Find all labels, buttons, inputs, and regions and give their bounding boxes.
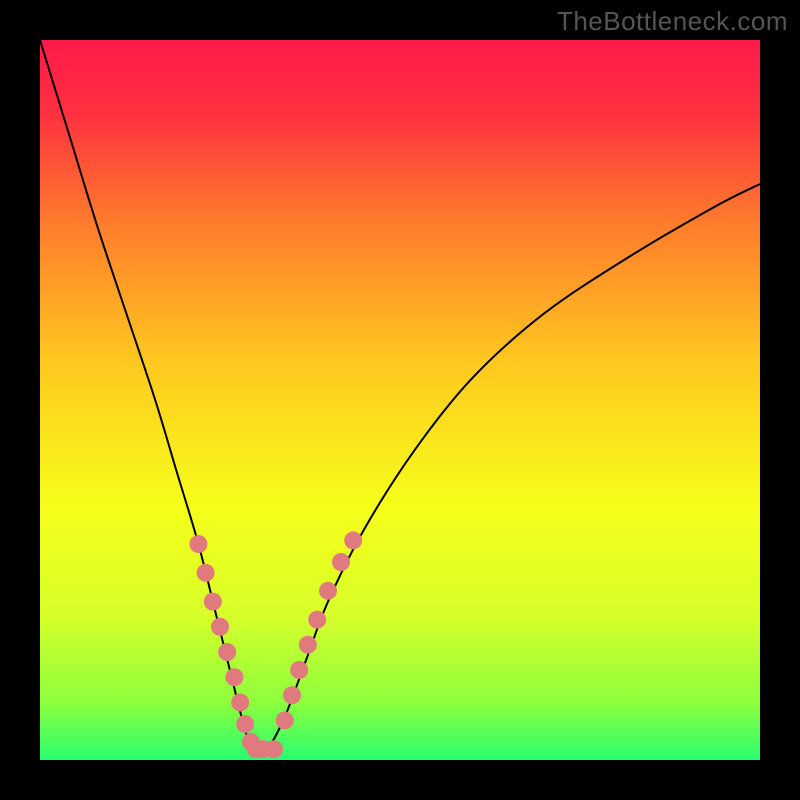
- chart-svg: [40, 40, 760, 760]
- sample-point: [225, 668, 243, 686]
- sample-point: [319, 582, 337, 600]
- sample-point: [332, 553, 350, 571]
- chart-frame: TheBottleneck.com: [0, 0, 800, 800]
- sample-point: [308, 611, 326, 629]
- sample-point: [218, 643, 236, 661]
- sample-point: [189, 535, 207, 553]
- sample-point: [204, 593, 222, 611]
- chart-background: [40, 40, 760, 760]
- sample-point: [299, 636, 317, 654]
- sample-point: [231, 693, 249, 711]
- sample-point: [283, 686, 301, 704]
- sample-point: [211, 618, 229, 636]
- watermark-text: TheBottleneck.com: [557, 6, 788, 37]
- sample-point: [236, 715, 254, 733]
- sample-point: [276, 711, 294, 729]
- sample-point: [265, 740, 283, 758]
- chart-plot: [40, 40, 760, 760]
- sample-point: [344, 531, 362, 549]
- sample-point: [290, 661, 308, 679]
- sample-point: [197, 564, 215, 582]
